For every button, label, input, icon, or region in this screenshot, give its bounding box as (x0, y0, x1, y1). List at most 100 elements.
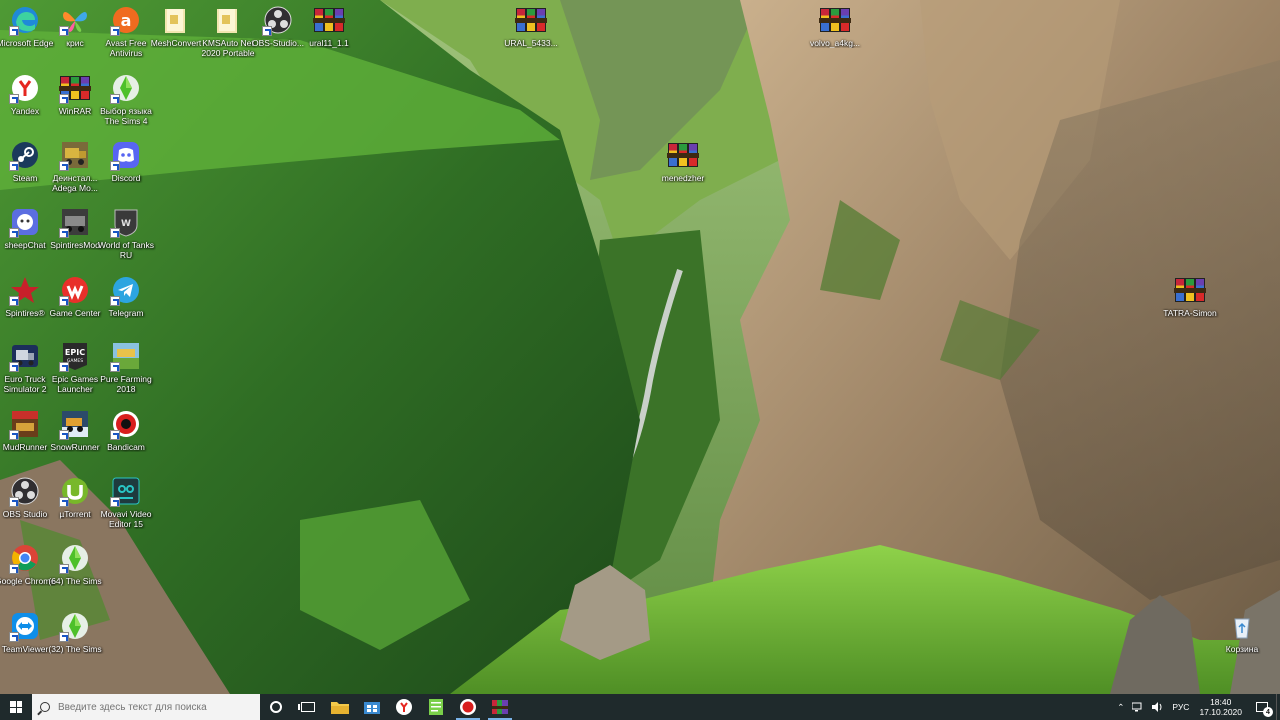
desktop-icon-google-chrome[interactable]: Google Chrome (0, 542, 55, 586)
pure-farming-icon (110, 340, 142, 372)
network-button[interactable] (1128, 702, 1148, 712)
windows-logo-icon (10, 701, 22, 713)
yandex-icon (9, 72, 41, 104)
winrar-archive-icon (667, 139, 699, 171)
desktop-icon-game-center[interactable]: Game Center (49, 274, 101, 318)
desktop-icon-menedzher[interactable]: menedzher (658, 139, 708, 183)
show-desktop-button[interactable] (1276, 694, 1280, 720)
taskbar-bandicam[interactable] (452, 694, 484, 720)
desktop-icon-the-sims-32[interactable]: (32) The Sims (48, 610, 102, 654)
desktop-icon-spintiresmod[interactable]: SpintiresMod (50, 206, 100, 250)
desktop-icon-steam[interactable]: Steam (0, 139, 50, 183)
recycle-bin-icon (1226, 610, 1258, 642)
desktop-icon-label: Выбор языка The Sims 4 (100, 106, 152, 126)
epic-icon: EPIC GAMES (59, 340, 91, 372)
desktop-icon-label: Pure Farming 2018 (100, 374, 152, 394)
utorrent-icon (59, 475, 91, 507)
obs-icon (9, 475, 41, 507)
desktop-icon-adega-uninstall[interactable]: Деинстал... Adega Mo... (50, 139, 100, 193)
game-center-icon (59, 274, 91, 306)
winrar-archive-icon (313, 4, 345, 36)
desktop-icon-yandex[interactable]: Yandex (0, 72, 50, 116)
desktop-icon-sheepchat[interactable]: sheepChat (0, 206, 50, 250)
taskbar-search[interactable] (32, 694, 260, 720)
desktop-icon-label: (64) The Sims (48, 576, 102, 586)
desktop-icon-teamviewer[interactable]: TeamViewer (0, 610, 50, 654)
bandicam-icon (460, 699, 476, 715)
truck-icon (59, 139, 91, 171)
desktop-icon-kmsauto[interactable]: KMSAuto Net 2020 Portable (202, 4, 254, 58)
desktop-icon-microsoft-edge[interactable]: Microsoft Edge (0, 4, 53, 48)
winrar-icon (492, 700, 508, 714)
desktop-icon-ural-5433[interactable]: URAL_5433... (504, 4, 558, 48)
ets2-icon (9, 340, 41, 372)
desktop-icon-telegram[interactable]: Telegram (101, 274, 151, 318)
mudrunner-icon (9, 408, 41, 440)
desktop-icon-euro-truck-simulator-2[interactable]: Euro Truck Simulator 2 (0, 340, 50, 394)
winrar-archive-icon (819, 4, 851, 36)
desktop-wallpaper (0, 0, 1280, 694)
wot-icon: W (110, 206, 142, 238)
sims-icon (59, 542, 91, 574)
desktop-icon-avast[interactable]: a Avast Free Antivirus (101, 4, 151, 58)
desktop-icon-label: (32) The Sims (48, 644, 102, 654)
desktop-icon-label: Movavi Video Editor 15 (100, 509, 152, 529)
winrar-icon (59, 72, 91, 104)
desktop-icon-label: Корзина (1225, 644, 1259, 654)
action-center-button[interactable]: 4 (1248, 694, 1276, 720)
desktop-icon-sims4-language[interactable]: Выбор языка The Sims 4 (100, 72, 152, 126)
desktop-icon-label: volvo_a4kg... (809, 38, 861, 48)
language-label: РУС (1172, 702, 1190, 712)
desktop-icon-meshconvert[interactable]: MeshConvert (151, 4, 201, 48)
folder-icon (212, 4, 244, 36)
desktop-icon-volvo[interactable]: volvo_a4kg... (810, 4, 860, 48)
desktop-icon-movavi[interactable]: Movavi Video Editor 15 (101, 475, 151, 529)
taskbar: ⌃ РУС 18:40 17.10.2020 4 (0, 694, 1280, 720)
language-indicator[interactable]: РУС (1168, 702, 1193, 712)
taskbar-yandex-browser[interactable] (388, 694, 420, 720)
desktop-icon-discord[interactable]: Discord (101, 139, 151, 183)
svg-text:W: W (121, 219, 131, 229)
desktop-icon-mudrunner[interactable]: MudRunner (0, 408, 50, 452)
show-hidden-icons-button[interactable]: ⌃ (1113, 702, 1128, 713)
winrar-archive-icon (1174, 274, 1206, 306)
desktop-icon-world-of-tanks[interactable]: W World of Tanks RU (98, 206, 154, 260)
snowrunner-icon (59, 408, 91, 440)
search-input[interactable] (58, 701, 248, 713)
store-icon (364, 702, 380, 714)
desktop-icon-obs-studio[interactable]: OBS Studio (0, 475, 50, 519)
desktop-icon-pure-farming[interactable]: Pure Farming 2018 (100, 340, 152, 394)
cortana-button[interactable] (260, 694, 292, 720)
clock[interactable]: 18:40 17.10.2020 (1193, 697, 1248, 717)
taskbar-file-explorer[interactable] (324, 694, 356, 720)
notification-count: 4 (1263, 707, 1273, 717)
taskbar-notepad[interactable] (420, 694, 452, 720)
teamviewer-icon (9, 610, 41, 642)
desktop-icon-obs-studio-folder[interactable]: OBS-Studio... (252, 4, 304, 48)
desktop-icon-utorrent[interactable]: µTorrent (50, 475, 100, 519)
edge-icon (9, 4, 41, 36)
clock-time: 18:40 (1210, 697, 1232, 707)
sheepchat-icon (9, 206, 41, 238)
movavi-icon (110, 475, 142, 507)
taskbar-winrar[interactable] (484, 694, 516, 720)
start-button[interactable] (0, 694, 32, 720)
desktop-icon-ural11[interactable]: ural11_1.1 (304, 4, 354, 48)
desktop-icon-bandicam[interactable]: Bandicam (101, 408, 151, 452)
task-view-button[interactable] (292, 694, 324, 720)
file-explorer-icon (331, 702, 349, 714)
desktop-icon-spintires[interactable]: Spintires® (0, 274, 50, 318)
telegram-icon (110, 274, 142, 306)
chevron-up-icon: ⌃ (1117, 701, 1125, 712)
desktop-icon-winrar[interactable]: WinRAR (50, 72, 100, 116)
chrome-icon (9, 542, 41, 574)
desktop-icon-the-sims-64[interactable]: (64) The Sims (48, 542, 102, 586)
desktop-icon-kris[interactable]: крис (50, 4, 100, 48)
desktop-icon-tatra-simon[interactable]: TATRA-Simon (1163, 274, 1217, 318)
desktop-icon-label: Telegram (108, 308, 144, 318)
volume-button[interactable] (1148, 702, 1168, 712)
desktop-icon-recycle-bin[interactable]: Корзина (1217, 610, 1267, 654)
taskbar-store[interactable] (356, 694, 388, 720)
desktop-icon-snowrunner[interactable]: SnowRunner (50, 408, 100, 452)
desktop-icon-epic-games-launcher[interactable]: EPIC GAMES Epic Games Launcher (50, 340, 100, 394)
